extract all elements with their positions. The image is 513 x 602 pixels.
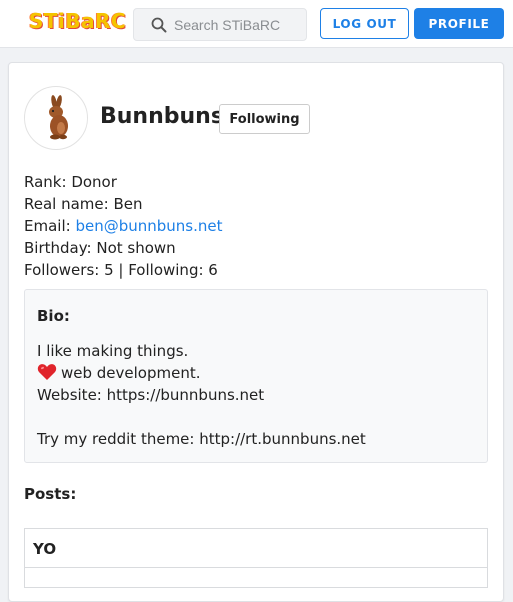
rank-label: Rank: [24, 173, 72, 191]
realname-row: Real name: Ben [24, 193, 223, 215]
bio-blank-line [37, 406, 366, 428]
email-link[interactable]: ben@bunnbuns.net [75, 217, 222, 235]
heart-icon [37, 364, 57, 380]
bio-box: Bio: I like making things. web developme… [24, 289, 488, 463]
bio-line-3: Website: https://bunnbuns.net [37, 386, 265, 404]
search-box[interactable] [133, 8, 307, 41]
birthday-label: Birthday: [24, 239, 97, 257]
search-icon [151, 17, 167, 33]
post-divider [25, 567, 487, 568]
bio-line-2: web development. [37, 362, 366, 384]
following-button[interactable]: Following [219, 104, 310, 134]
rank-row: Rank: Donor [24, 171, 223, 193]
birthday-value: Not shown [96, 239, 176, 257]
posts-title: Posts: [24, 485, 77, 503]
profile-button[interactable]: PROFILE [414, 8, 504, 39]
follow-counts: Followers: 5 | Following: 6 [24, 261, 218, 279]
profile-info: Rank: Donor Real name: Ben Email: ben@bu… [24, 171, 223, 281]
bio-line-1: I like making things. [37, 342, 189, 360]
realname-label: Real name: [24, 195, 114, 213]
site-logo[interactable]: STiBaRC [29, 9, 126, 33]
profile-username: Bunnbuns [100, 104, 224, 129]
realname-value: Ben [113, 195, 143, 213]
post-title[interactable]: YO [33, 540, 56, 558]
birthday-row: Birthday: Not shown [24, 237, 223, 259]
email-row: Email: ben@bunnbuns.net [24, 215, 223, 237]
bio-title: Bio: [37, 307, 70, 325]
logout-button[interactable]: LOG OUT [320, 8, 409, 39]
search-input[interactable] [174, 15, 300, 35]
bio-line-4: Try my reddit theme: http://rt.bunnbuns.… [37, 430, 366, 448]
bunny-avatar-icon [24, 86, 88, 150]
top-bar: STiBaRC LOG OUT PROFILE [0, 0, 513, 48]
bio-line-2-text: web development. [61, 364, 201, 382]
bio-text: I like making things. web development. W… [37, 340, 366, 450]
post-item[interactable]: YO [24, 528, 488, 588]
rank-value: Donor [71, 173, 117, 191]
email-label: Email: [24, 217, 76, 235]
